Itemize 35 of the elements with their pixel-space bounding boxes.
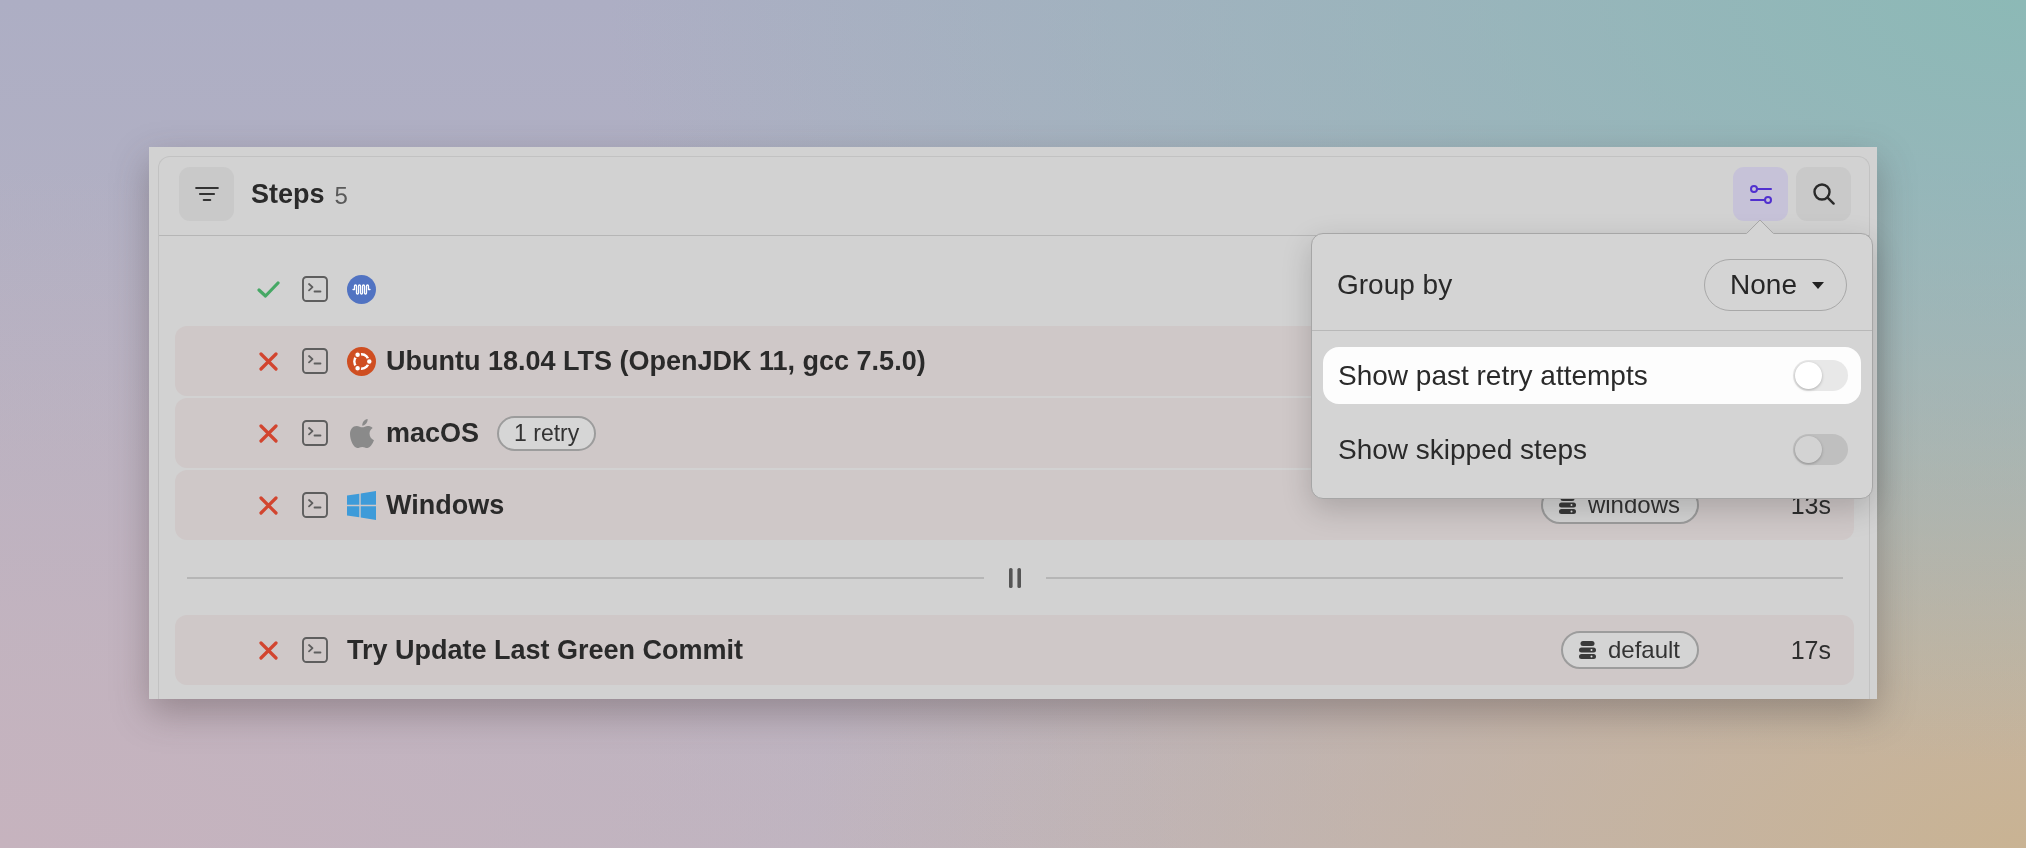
apple-icon [349, 418, 374, 448]
toggle-label: Show past retry attempts [1338, 359, 1648, 392]
agent-name: windows [1587, 491, 1680, 519]
step-name: Windows [386, 489, 505, 521]
terminal-icon [302, 420, 328, 446]
toggle-switch[interactable] [1793, 360, 1848, 391]
retry-badge: 1 retry [497, 415, 597, 451]
terminal-icon [302, 492, 328, 518]
panel-title: Steps [251, 178, 325, 210]
toggle-switch[interactable] [1793, 434, 1848, 465]
filter-button[interactable] [179, 167, 234, 221]
step-name: Try Update Last Green Commit [347, 634, 744, 666]
step-name: Ubuntu 18.04 LTS (OpenJDK 11, gcc 7.5.0) [386, 345, 926, 377]
ring-logo-icon [347, 346, 376, 376]
group-by-label: Group by [1337, 269, 1453, 301]
step-count: 5 [334, 181, 348, 210]
step-row[interactable]: Try Update Last Green Commit default 17s [175, 615, 1854, 685]
terminal-icon [302, 637, 328, 663]
duration-text: 17s [1789, 635, 1831, 665]
waveform-icon [347, 274, 376, 304]
settings-button[interactable] [1733, 167, 1788, 221]
four-panes-icon [347, 490, 376, 520]
step-name: macOS [386, 417, 480, 449]
sliders-icon [1749, 184, 1772, 204]
agent-name: default [1607, 636, 1680, 664]
filter-icon [194, 186, 219, 202]
server-stack-icon [1578, 641, 1596, 659]
pause-icon [1009, 567, 1021, 588]
search-button[interactable] [1796, 167, 1851, 221]
caret-icon [1812, 281, 1824, 289]
toggle-label: Show skipped steps [1338, 433, 1588, 466]
terminal-icon [302, 348, 328, 374]
highlighted-menu-row[interactable]: Show past retry attempts [1323, 347, 1861, 404]
terminal-icon [302, 276, 328, 302]
search-icon [1812, 183, 1835, 205]
